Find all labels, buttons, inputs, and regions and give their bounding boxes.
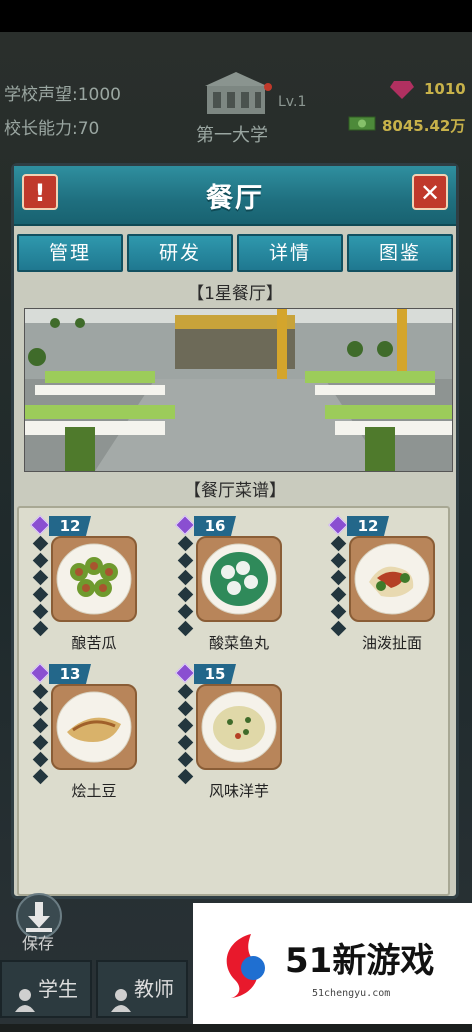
dish-name: 酿苦瓜 [71,634,117,652]
tab-research[interactable]: 研发 [127,234,233,272]
dish-image [51,684,137,770]
tab-manage[interactable]: 管理 [17,234,123,272]
money-icon [348,114,376,132]
star-rating [177,535,194,637]
rarity-gem-icon [175,663,195,683]
dish-name: 油泼扯面 [361,634,422,652]
recipe-list: 12 酿苦瓜 16 酸菜鱼丸 12 油泼扯面 13 烩土豆 15 风味洋芋 [17,506,450,896]
dish-card[interactable]: 15 风味洋芋 [172,663,312,804]
panel-header: 餐厅 ! ✕ [14,166,456,226]
rarity-gem-icon [30,663,50,683]
reputation-stat: 学校声望:1000 [4,85,121,105]
gem-count: 1010 [424,80,466,98]
star-rating [177,683,194,785]
watermark-url: 51chengyu.com [312,988,391,999]
gem-icon [390,79,414,99]
menu-title: 【餐厅菜谱】 [184,481,286,501]
close-button[interactable]: ✕ [412,174,448,210]
ability-stat: 校长能力:70 [4,119,100,139]
university-name: 第一大学 [196,125,268,146]
dish-count: 13 [49,664,91,684]
watermark-logo [213,930,273,1000]
dish-name: 烩土豆 [71,782,117,800]
dish-count: 12 [49,516,91,536]
dish-card[interactable]: 16 酸菜鱼丸 [172,515,312,656]
restaurant-panel: 餐厅 ! ✕ 管理 研发 详情 图鉴 【1星餐厅】 【餐厅菜谱】 12 酿苦瓜 … [11,163,459,899]
star-rating [32,683,49,785]
dish-card[interactable]: 13 烩土豆 [27,663,167,804]
rarity-gem-icon [328,515,348,535]
school-building-icon [197,70,275,116]
money-amount: 8045.42万 [382,117,466,135]
star-rating [32,535,49,637]
tab-collection[interactable]: 图鉴 [347,234,453,272]
dish-count: 16 [194,516,236,536]
tab-bar: 管理 研发 详情 图鉴 [17,234,453,272]
dish-card[interactable]: 12 油泼扯面 [325,515,465,656]
rarity-gem-icon [30,515,50,535]
restaurant-photo [24,308,453,472]
status-bar [0,0,472,32]
tab-students[interactable]: 学生 [0,960,92,1018]
dish-name: 酸菜鱼丸 [208,634,269,652]
dish-card[interactable]: 12 酿苦瓜 [27,515,167,656]
rarity-gem-icon [175,515,195,535]
school-level: Lv.1 [278,94,307,110]
dish-image [196,684,282,770]
watermark-name: 51新游戏 [285,941,435,981]
tab-teachers[interactable]: 教师 [96,960,188,1018]
tab-details[interactable]: 详情 [237,234,343,272]
teacher-icon [110,978,132,1012]
dish-image [196,536,282,622]
panel-title: 餐厅 [206,183,264,214]
alert-icon[interactable]: ! [22,174,58,210]
dish-image [349,536,435,622]
student-icon [14,978,36,1012]
save-label: 保存 [22,934,55,953]
dish-count: 15 [194,664,236,684]
dish-image [51,536,137,622]
star-rating [330,535,347,637]
dish-name: 风味洋芋 [208,782,269,800]
restaurant-level-title: 【1星餐厅】 [187,284,283,304]
dish-count: 12 [347,516,389,536]
